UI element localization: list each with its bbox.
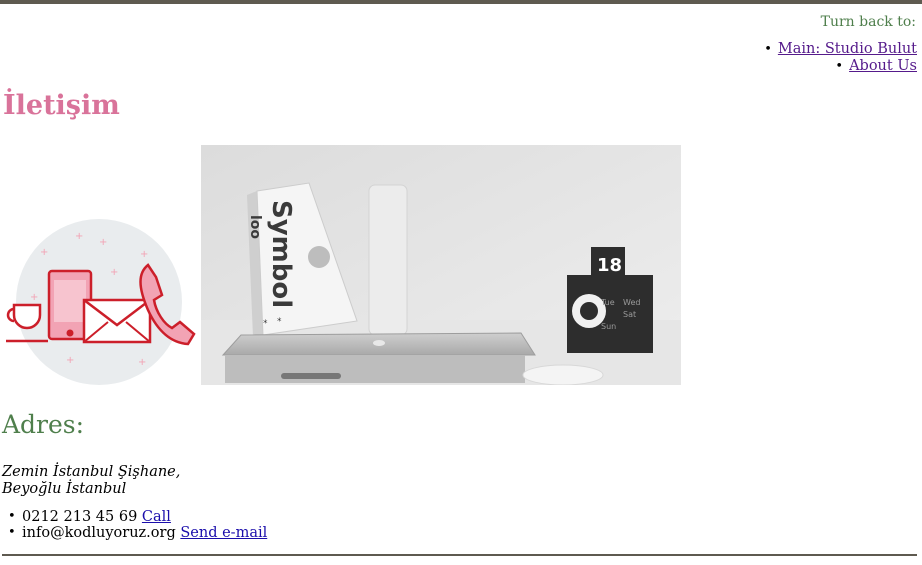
- address-heading: Adres:: [2, 410, 85, 439]
- calendar-day-3: Sat: [623, 310, 636, 319]
- email-address: info@kodluyoruz.org: [22, 525, 176, 541]
- contact-item-phone: 0212 213 45 69 Call: [2, 509, 267, 525]
- send-email-link[interactable]: Send e-mail: [180, 525, 267, 541]
- svg-text:+: +: [138, 357, 146, 368]
- svg-text:+: +: [110, 267, 118, 278]
- svg-text:+: +: [66, 355, 74, 366]
- svg-text:+: +: [40, 247, 48, 258]
- turn-back-label: Turn back to:: [820, 14, 916, 30]
- contact-item-email: info@kodluyoruz.org Send e-mail: [2, 525, 267, 541]
- call-link[interactable]: Call: [142, 509, 171, 525]
- svg-text:⁎: ⁎: [263, 316, 268, 326]
- book-title: Symbol: [266, 200, 296, 308]
- nav-link-about[interactable]: About Us: [849, 58, 917, 74]
- address-line-1: Zemin İstanbul Şişhane,: [2, 464, 181, 480]
- nav-item-main: Main: Studio Bulut: [764, 41, 917, 58]
- address-line-2: Beyoğlu İstanbul: [2, 481, 127, 497]
- nav-link-main[interactable]: Main: Studio Bulut: [778, 41, 917, 57]
- svg-text:+: +: [99, 237, 107, 248]
- top-nav: Main: Studio Bulut About Us: [764, 41, 917, 75]
- phone-number: 0212 213 45 69: [22, 509, 138, 525]
- calendar-date: 18: [597, 255, 622, 276]
- calendar-day-1: Tue: [600, 298, 615, 307]
- desk-photo: Symbol loo ⁎ ⁎ 18 Tue Wed Sat Sun: [201, 145, 681, 385]
- svg-text:loo: loo: [247, 215, 263, 239]
- page-title: İletişim: [3, 90, 120, 121]
- svg-text:⁎: ⁎: [277, 314, 282, 324]
- bottom-divider: [2, 554, 917, 556]
- contact-illustration-icon: + + + + + + + +: [6, 219, 196, 385]
- calendar-day-2: Wed: [623, 298, 640, 307]
- svg-text:+: +: [140, 249, 148, 260]
- address-block: Zemin İstanbul Şişhane, Beyoğlu İstanbul: [2, 464, 180, 498]
- nav-item-about: About Us: [764, 58, 917, 75]
- calendar-day-4: Sun: [601, 322, 616, 331]
- top-border: [0, 0, 922, 4]
- contact-list: 0212 213 45 69 Call info@kodluyoruz.org …: [2, 509, 267, 541]
- svg-text:+: +: [30, 292, 38, 303]
- svg-text:+: +: [75, 231, 83, 242]
